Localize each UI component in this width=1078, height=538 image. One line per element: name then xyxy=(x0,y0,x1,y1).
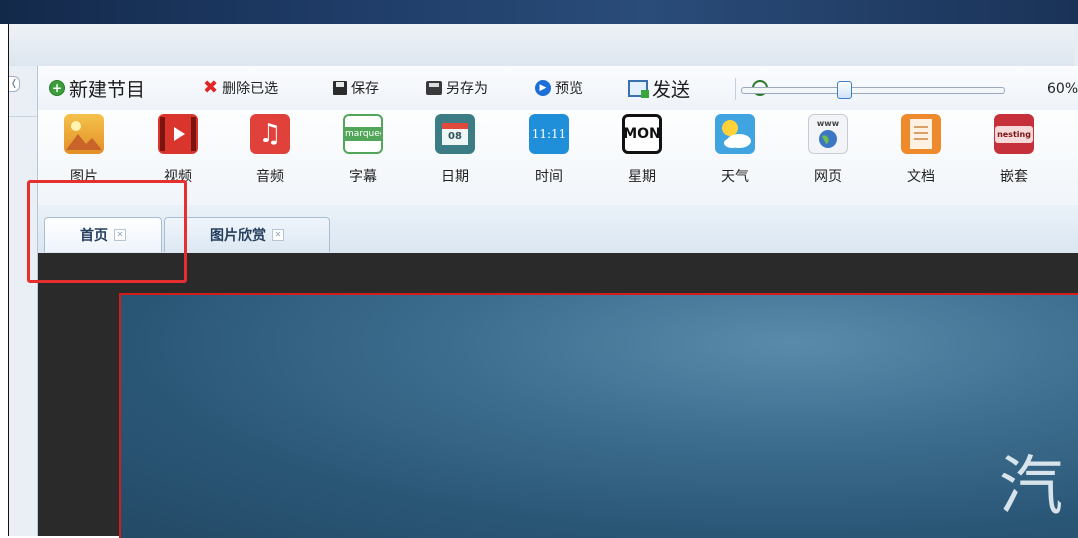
save-as-button[interactable]: 另存为 xyxy=(426,76,488,100)
send-button[interactable]: 发送 xyxy=(628,76,691,101)
left-panel: ❬ xyxy=(9,66,38,536)
marquee-icon-text: marquee xyxy=(345,127,383,141)
annotation-highlight-box xyxy=(27,180,187,283)
zoom-level-text: 60% xyxy=(1047,81,1078,97)
marquee-label: 字幕 xyxy=(349,169,377,185)
desktop-background-strip xyxy=(0,0,1078,24)
tab-picture-gallery[interactable]: 图片欣赏 ✕ xyxy=(164,217,330,252)
zoom-slider-thumb[interactable] xyxy=(837,81,852,99)
insert-weekday-button[interactable]: MON 星期 xyxy=(607,114,677,204)
main-toolbar: + 新建节目 ✖ 删除已选 保存 另存为 ▶ 预览 发送 60% xyxy=(38,66,1078,110)
delete-icon: ✖ xyxy=(203,77,219,98)
tab-picture-gallery-label: 图片欣赏 xyxy=(210,228,266,244)
stage-title-text: 汽 xyxy=(999,450,1063,524)
calendar-day: 08 xyxy=(442,129,468,145)
new-program-button[interactable]: + 新建节目 xyxy=(49,76,146,101)
document-label: 文档 xyxy=(907,169,935,185)
save-button[interactable]: 保存 xyxy=(333,76,379,100)
webpage-label: 网页 xyxy=(814,169,842,185)
weekday-icon-text: MON xyxy=(623,126,661,142)
zoom-slider-track[interactable] xyxy=(741,87,1005,94)
weekday-icon: MON xyxy=(622,114,662,154)
toolbar-separator xyxy=(735,78,736,100)
save-label: 保存 xyxy=(351,81,379,97)
preview-label: 预览 xyxy=(555,81,583,97)
insert-document-button[interactable]: 文档 xyxy=(886,114,956,204)
program-stage-area[interactable]: 汽 xyxy=(119,293,1078,538)
weather-icon xyxy=(715,114,755,154)
new-program-label: 新建节目 xyxy=(69,78,146,101)
plus-icon: + xyxy=(49,80,65,96)
audio-label: 音频 xyxy=(256,169,284,185)
globe-icon xyxy=(819,129,837,148)
webpage-icon-text: www xyxy=(816,118,840,128)
send-label: 发送 xyxy=(652,78,691,101)
webpage-icon: www xyxy=(808,114,848,154)
send-icon xyxy=(628,79,649,98)
window-title-bar xyxy=(9,24,1078,67)
insert-date-button[interactable]: 08 日期 xyxy=(420,114,490,204)
insert-weather-button[interactable]: 天气 xyxy=(700,114,770,204)
preview-play-icon: ▶ xyxy=(535,80,551,96)
insert-audio-button[interactable]: ♫ 音频 xyxy=(235,114,305,204)
weather-label: 天气 xyxy=(721,169,749,185)
clock-icon-text: 11:11 xyxy=(531,127,567,141)
media-insert-bar: 图片 视频 ♫ 音频 marquee 字幕 08 日期 11:11 时间 MON… xyxy=(38,110,1078,206)
picture-icon xyxy=(64,114,104,154)
insert-time-button[interactable]: 11:11 时间 xyxy=(514,114,584,204)
program-tab-strip: 首页 ✕ 图片欣赏 ✕ xyxy=(38,205,1078,253)
delete-selected-label: 删除已选 xyxy=(222,81,279,97)
delete-selected-button[interactable]: ✖ 删除已选 xyxy=(203,76,278,100)
insert-webpage-button[interactable]: www 网页 xyxy=(793,114,863,204)
window-left-border xyxy=(0,24,9,536)
save-as-label: 另存为 xyxy=(446,81,488,97)
save-icon xyxy=(333,81,347,95)
save-as-icon xyxy=(426,81,442,95)
document-icon xyxy=(901,114,941,154)
collapse-panel-button[interactable]: ❬ xyxy=(9,76,20,92)
video-icon xyxy=(158,114,198,154)
nesting-icon: nesting xyxy=(994,114,1034,154)
calendar-icon: 08 xyxy=(435,114,475,154)
time-label: 时间 xyxy=(535,169,563,185)
insert-marquee-button[interactable]: marquee 字幕 xyxy=(328,114,398,204)
music-icon: ♫ xyxy=(250,114,290,154)
insert-nesting-button[interactable]: nesting 嵌套 xyxy=(979,114,1049,204)
date-label: 日期 xyxy=(441,169,469,185)
preview-button[interactable]: ▶ 预览 xyxy=(535,76,583,100)
clock-icon: 11:11 xyxy=(529,114,569,154)
nesting-icon-text: nesting xyxy=(995,125,1033,143)
left-panel-divider xyxy=(9,116,37,117)
nesting-label: 嵌套 xyxy=(1000,169,1028,185)
tab-picture-gallery-close-icon[interactable]: ✕ xyxy=(272,229,284,241)
marquee-icon: marquee xyxy=(343,114,383,154)
weekday-label: 星期 xyxy=(628,169,656,185)
